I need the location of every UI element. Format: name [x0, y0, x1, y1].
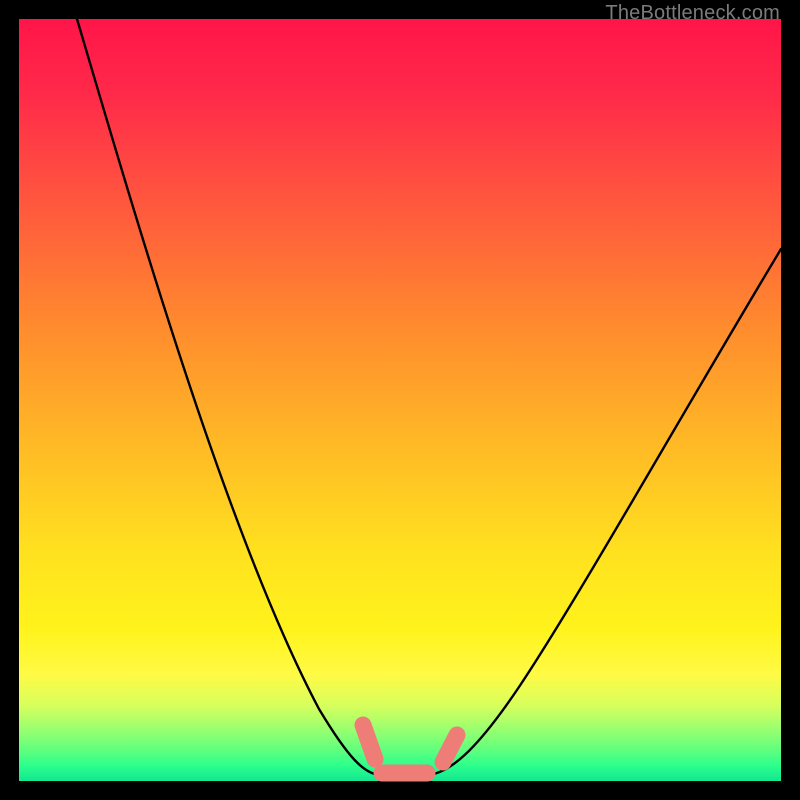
chart-frame: TheBottleneck.com — [0, 0, 800, 800]
bottleneck-curve — [77, 19, 781, 775]
watermark-text: TheBottleneck.com — [605, 2, 780, 25]
chart-overlay — [19, 19, 781, 781]
marker-3 — [443, 735, 457, 762]
trough-markers — [363, 725, 457, 773]
marker-1 — [363, 725, 375, 759]
